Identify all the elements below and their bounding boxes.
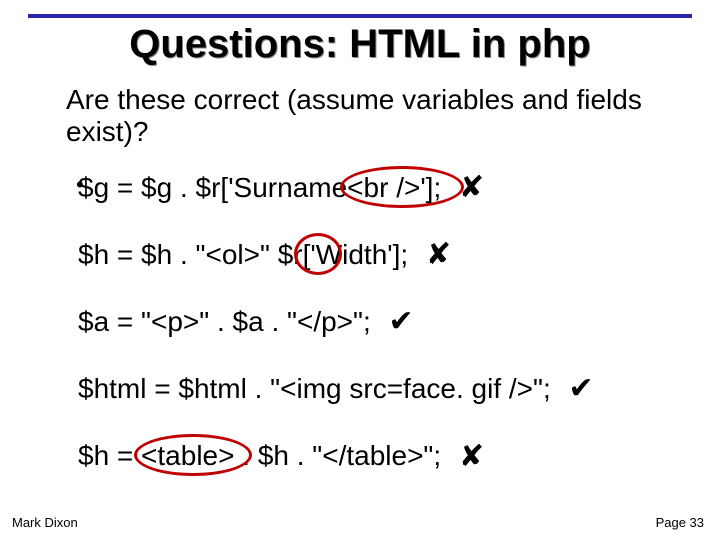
code-line-1: $g = $g . $r['Surname<br />']; ✘ — [78, 172, 690, 207]
code-text-4: $html = $html . "<img src=face. gif />"; — [78, 373, 551, 404]
top-rule — [28, 14, 692, 18]
slide-title: Questions: HTML in php — [0, 22, 720, 67]
question-text: Are these correct (assume variables and … — [66, 84, 680, 148]
check-icon: ✔ — [389, 304, 414, 339]
code-line-5: $h = <table> . $h . "</table>"; ✘ — [78, 440, 690, 475]
cross-icon: ✘ — [426, 237, 451, 272]
cross-icon: ✘ — [459, 439, 484, 474]
code-line-2: $h = $h . "<ol>" $r['Width']; ✘ — [78, 239, 690, 274]
author-label: Mark Dixon — [12, 515, 78, 530]
question-block: • Are these correct (assume variables an… — [38, 84, 680, 148]
check-icon: ✔ — [569, 371, 594, 406]
code-text-2: $h = $h . "<ol>" $r['Width']; — [78, 239, 408, 270]
page-label: Page 33 — [656, 515, 704, 530]
code-list: $g = $g . $r['Surname<br />']; ✘ $h = $h… — [78, 172, 690, 508]
cross-icon: ✘ — [459, 170, 484, 205]
code-text-1: $g = $g . $r['Surname<br />']; — [78, 172, 441, 203]
code-text-3: $a = "<p>" . $a . "</p>"; — [78, 306, 371, 337]
code-line-4: $html = $html . "<img src=face. gif />";… — [78, 373, 690, 408]
code-text-5: $h = <table> . $h . "</table>"; — [78, 440, 441, 471]
code-line-3: $a = "<p>" . $a . "</p>"; ✔ — [78, 306, 690, 341]
